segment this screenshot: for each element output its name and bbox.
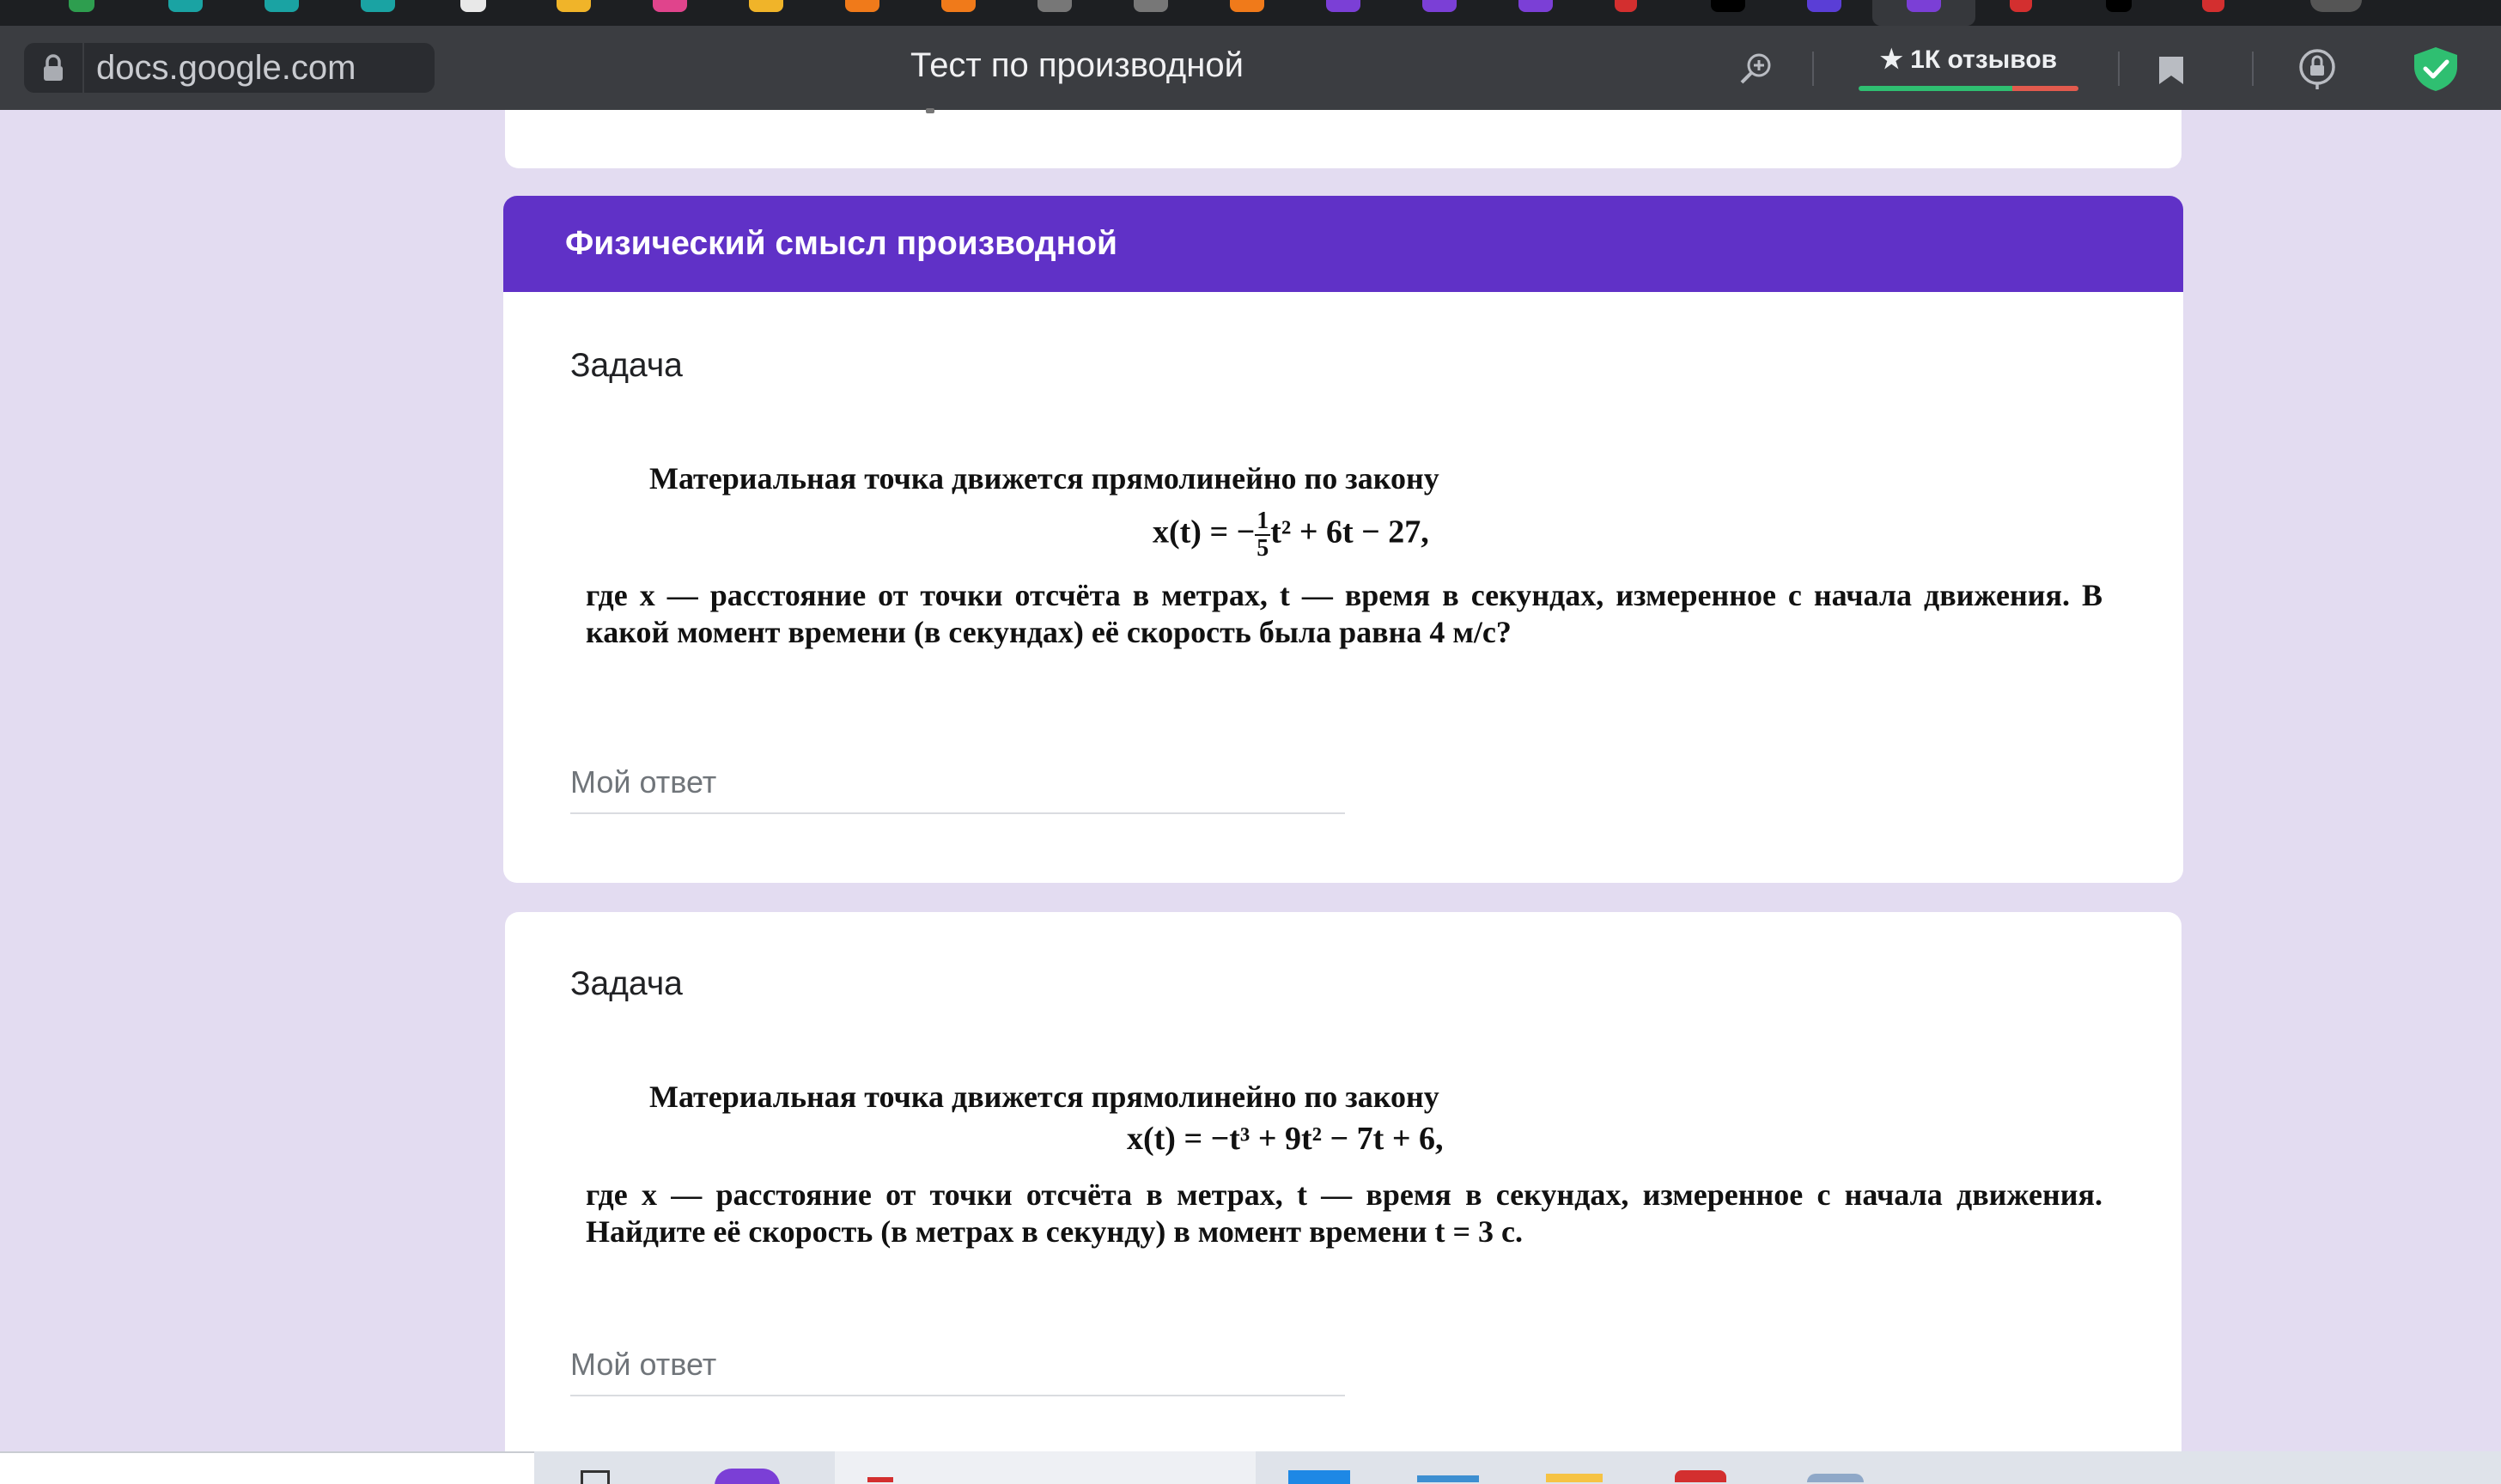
tab-favicon[interactable] bbox=[941, 0, 976, 12]
lock-icon[interactable] bbox=[24, 43, 84, 93]
tab-favicon[interactable] bbox=[1615, 0, 1637, 12]
problem-formula: x(t) = −t³ + 9t² − 7t + 6, bbox=[1127, 1121, 1444, 1157]
page-title: Тест по производной bbox=[910, 46, 1244, 84]
question-label: Задача bbox=[570, 965, 683, 1002]
formula-rhs: t² + 6t − 27, bbox=[1270, 514, 1429, 550]
app-icon[interactable] bbox=[1288, 1470, 1350, 1484]
tab-favicon[interactable] bbox=[845, 0, 879, 12]
reviews-label: 1К отзывов bbox=[1910, 46, 2058, 74]
problem-formula: x(t) = −1 5 t² + 6t − 27, bbox=[1153, 508, 1429, 562]
tab-favicon[interactable] bbox=[1807, 0, 1841, 12]
tab-favicon[interactable] bbox=[1230, 0, 1264, 12]
app-icon[interactable] bbox=[715, 1469, 780, 1484]
app-icon[interactable] bbox=[867, 1477, 893, 1482]
tab-favicon[interactable] bbox=[2106, 0, 2132, 12]
tab-favicon[interactable] bbox=[1134, 0, 1168, 12]
toolbar-divider bbox=[2118, 52, 2120, 86]
extension-icon[interactable] bbox=[2295, 48, 2340, 95]
reviews-rating-bar bbox=[1859, 86, 2078, 91]
tab-favicon[interactable] bbox=[1518, 0, 1553, 12]
reviews-button[interactable]: ★ 1К отзывов bbox=[1859, 40, 2078, 91]
tab-favicon[interactable] bbox=[265, 0, 299, 12]
taskbar-search-area[interactable] bbox=[0, 1451, 534, 1484]
address-bar[interactable]: docs.google.com bbox=[24, 43, 435, 93]
os-taskbar bbox=[0, 1451, 2501, 1484]
section-header: Физический смысл производной bbox=[503, 196, 2183, 292]
problem-intro: Материальная точка движется прямолинейно… bbox=[649, 1080, 1439, 1114]
tab-active[interactable] bbox=[1872, 0, 1975, 26]
problem-body: где x — расстояние от точки отсчёта в ме… bbox=[586, 578, 2102, 649]
search-zoom-icon[interactable] bbox=[1737, 52, 1774, 90]
tab-favicon[interactable] bbox=[1422, 0, 1457, 12]
tab-favicon[interactable] bbox=[2202, 0, 2224, 12]
tab-favicon[interactable] bbox=[749, 0, 783, 12]
tab-favicon[interactable] bbox=[1326, 0, 1360, 12]
answer-input[interactable]: Мой ответ bbox=[570, 764, 1345, 814]
toolbar-divider bbox=[1812, 52, 1814, 86]
problem-body: где x — расстояние от точки отсчёта в ме… bbox=[586, 1177, 2102, 1249]
browser-toolbar: docs.google.com Тест по производной ★ 1К… bbox=[0, 26, 2501, 110]
tab-favicon[interactable] bbox=[557, 0, 591, 12]
question-label: Задача bbox=[570, 347, 683, 384]
task-view-icon[interactable] bbox=[581, 1470, 610, 1484]
app-icon[interactable] bbox=[1807, 1474, 1864, 1482]
tab-favicon[interactable] bbox=[361, 0, 395, 12]
folder-icon[interactable] bbox=[1546, 1474, 1603, 1482]
tab-favicon[interactable] bbox=[653, 0, 687, 12]
toolbar-divider bbox=[2252, 52, 2254, 86]
tab-favicon[interactable] bbox=[1038, 0, 1072, 12]
fraction-numerator: 1 bbox=[1255, 508, 1271, 536]
answer-input[interactable]: Мой ответ bbox=[570, 1347, 1345, 1396]
formula-fraction: 15 bbox=[1255, 508, 1271, 562]
problem-intro: Материальная точка движется прямолинейно… bbox=[649, 461, 1439, 496]
browser-tab-strip bbox=[0, 0, 2501, 26]
url-text[interactable]: docs.google.com bbox=[84, 49, 356, 88]
section-title: Физический смысл производной bbox=[565, 225, 1118, 262]
fraction-denominator: 5 bbox=[1257, 535, 1269, 562]
question-card: Задача Материальная точка движется прямо… bbox=[505, 912, 2182, 1484]
star-icon: ★ bbox=[1879, 46, 1903, 74]
app-icon[interactable] bbox=[1417, 1475, 1479, 1482]
tab-favicon[interactable] bbox=[168, 0, 203, 12]
bookmark-icon[interactable] bbox=[2157, 55, 2185, 90]
section-card: Физический смысл производной Задача Мате… bbox=[503, 196, 2183, 883]
previous-question-card bbox=[505, 108, 2182, 168]
app-icon[interactable] bbox=[1675, 1470, 1726, 1482]
taskbar-active-app[interactable] bbox=[835, 1451, 1256, 1484]
tab-favicon[interactable] bbox=[460, 0, 486, 12]
previous-card-text-fragment bbox=[926, 108, 934, 113]
formula-lhs: x(t) = − bbox=[1153, 514, 1256, 550]
tab-favicon[interactable] bbox=[2010, 0, 2032, 12]
tab-favicon[interactable] bbox=[1711, 0, 1745, 12]
shield-check-icon[interactable] bbox=[2410, 45, 2461, 97]
tab-favicon[interactable] bbox=[2310, 0, 2362, 12]
problem-statement: Материальная точка движется прямолинейно… bbox=[586, 453, 2123, 677]
problem-statement: Материальная точка движется прямолинейно… bbox=[586, 1072, 2123, 1278]
tab-favicon[interactable] bbox=[69, 0, 94, 12]
